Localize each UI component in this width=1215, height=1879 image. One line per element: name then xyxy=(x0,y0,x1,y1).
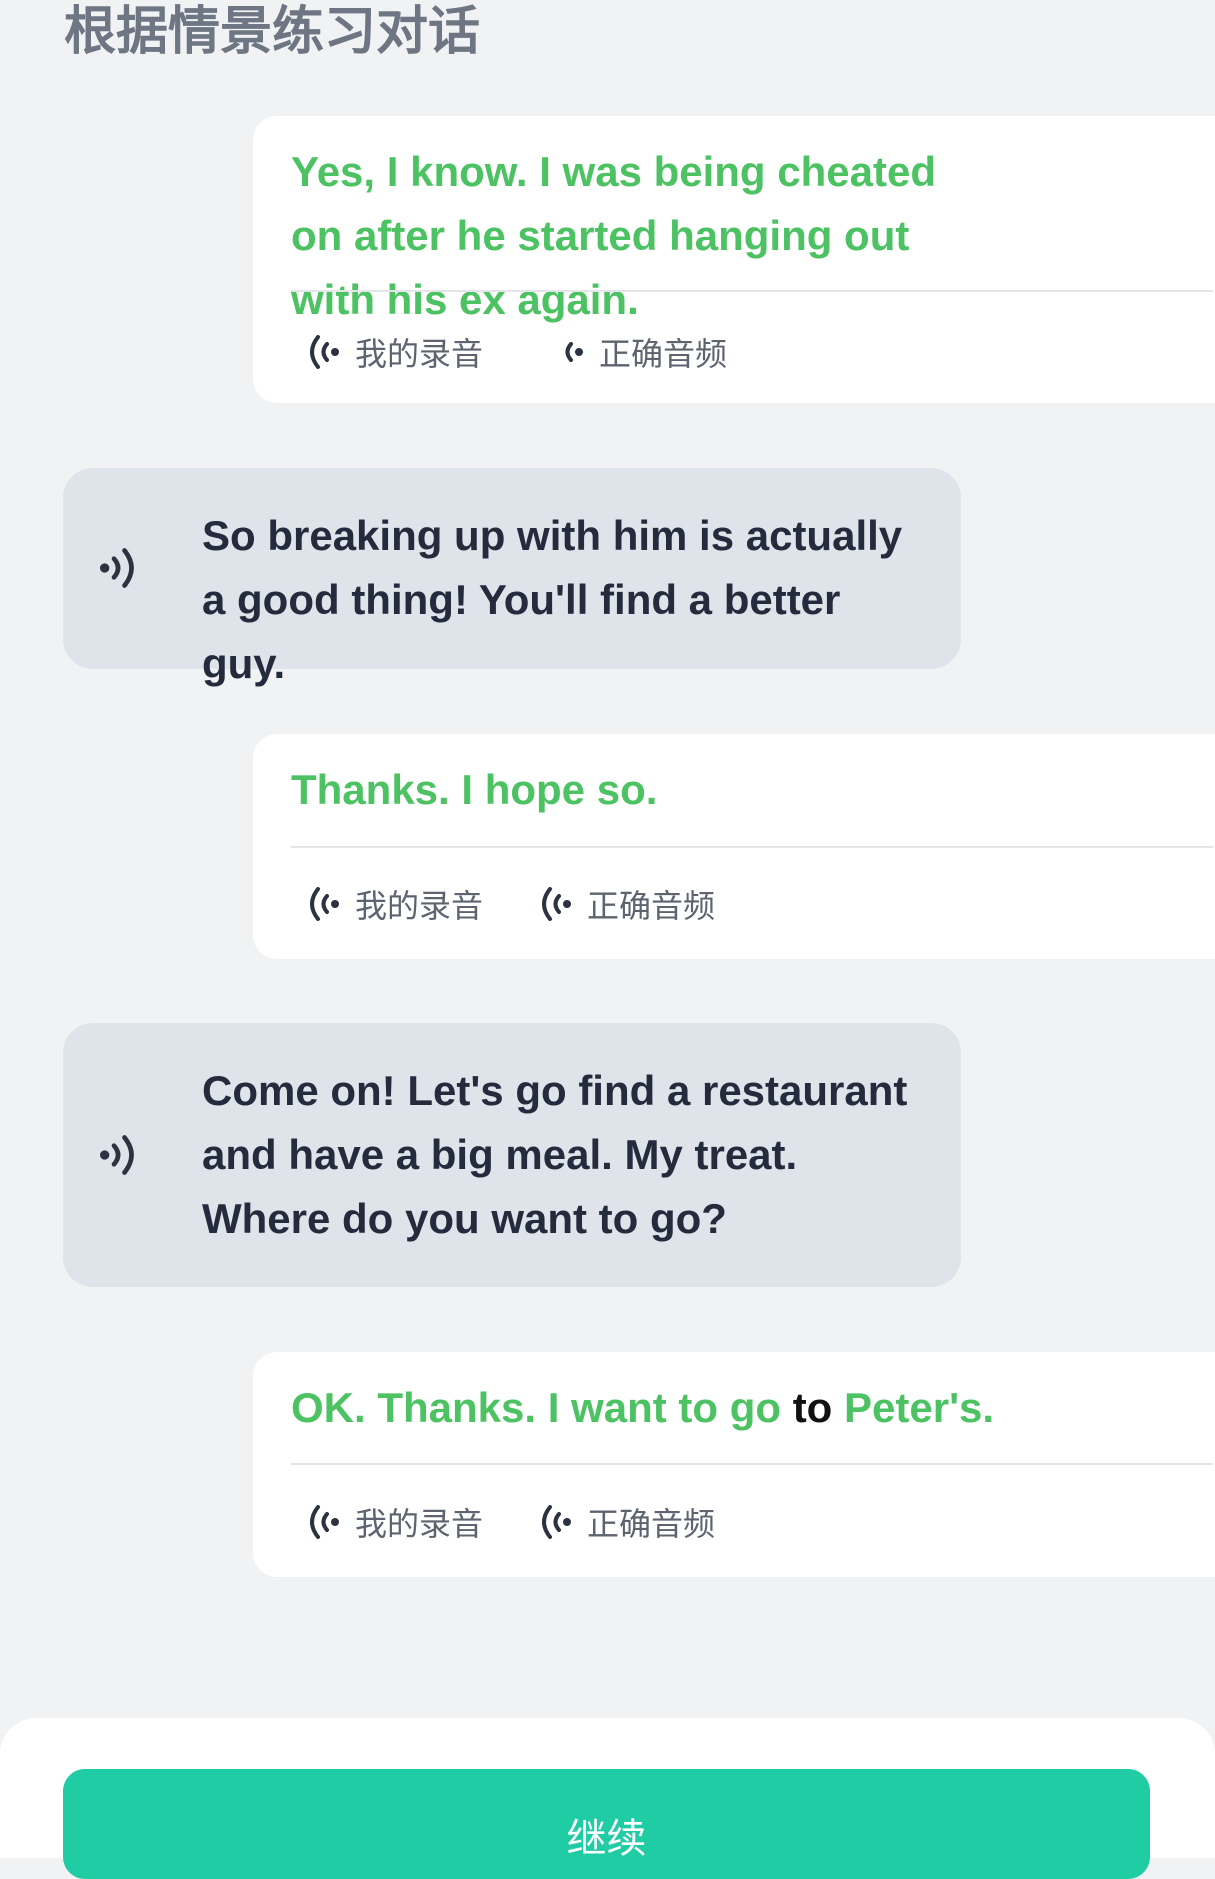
my-recording-button[interactable]: 我的录音 xyxy=(301,1494,483,1550)
audio-wave-icon xyxy=(533,1498,581,1546)
divider xyxy=(291,290,1213,292)
user-message-text: OK. Thanks. I want to go to Peter's. xyxy=(291,1376,997,1440)
bot-message-text: Come on! Let's go find a restaurant and … xyxy=(202,1067,908,1242)
bottom-sheet: 继续 xyxy=(0,1718,1215,1879)
text-part: to xyxy=(792,1384,833,1431)
my-recording-button[interactable]: 我的录音 xyxy=(301,876,483,932)
correct-audio-button[interactable]: 正确音频 xyxy=(545,324,727,380)
correct-audio-button[interactable]: 正确音频 xyxy=(533,1494,715,1550)
user-message-text: Yes, I know. I was being cheated on afte… xyxy=(291,148,936,323)
my-recording-button[interactable]: 我的录音 xyxy=(301,324,483,380)
correct-audio-label: 正确音频 xyxy=(599,335,728,373)
continue-button[interactable]: 继续 xyxy=(63,1769,1150,1879)
text-part: OK. Thanks. I want to go xyxy=(291,1384,793,1431)
correct-audio-button[interactable]: 正确音频 xyxy=(533,876,715,932)
audio-wave-icon xyxy=(545,328,593,376)
user-message-card: Yes, I know. I was being cheated on afte… xyxy=(253,116,1215,403)
correct-audio-label: 正确音频 xyxy=(587,1505,716,1543)
recording-wave-icon xyxy=(301,880,349,928)
speaker-icon[interactable] xyxy=(93,540,149,596)
my-recording-label: 我的录音 xyxy=(355,335,484,373)
divider xyxy=(291,846,1213,848)
audio-controls: 我的录音 正确音频 xyxy=(301,324,727,380)
user-message-card: Thanks. I hope so. 我的录音 正确音频 xyxy=(253,734,1215,959)
recording-wave-icon xyxy=(301,328,349,376)
divider xyxy=(291,1463,1213,1465)
my-recording-label: 我的录音 xyxy=(355,887,484,925)
bot-message-text: So breaking up with him is actually a go… xyxy=(202,512,903,687)
bot-message-card: Come on! Let's go find a restaurant and … xyxy=(63,1023,961,1287)
recording-wave-icon xyxy=(301,1498,349,1546)
audio-controls: 我的录音 正确音频 xyxy=(301,1494,715,1550)
user-message-text: Thanks. I hope so. xyxy=(291,766,658,813)
audio-wave-icon xyxy=(533,880,581,928)
correct-audio-label: 正确音频 xyxy=(587,887,716,925)
text-part: Peter's. xyxy=(832,1384,995,1431)
user-message-card: OK. Thanks. I want to go to Peter's. 我的录… xyxy=(253,1352,1215,1577)
bot-message-card: So breaking up with him is actually a go… xyxy=(63,468,961,687)
speaker-icon[interactable] xyxy=(93,1127,149,1183)
audio-controls: 我的录音 正确音频 xyxy=(301,876,715,932)
my-recording-label: 我的录音 xyxy=(355,1505,484,1543)
page-title: 根据情景练习对话 xyxy=(64,2,481,62)
